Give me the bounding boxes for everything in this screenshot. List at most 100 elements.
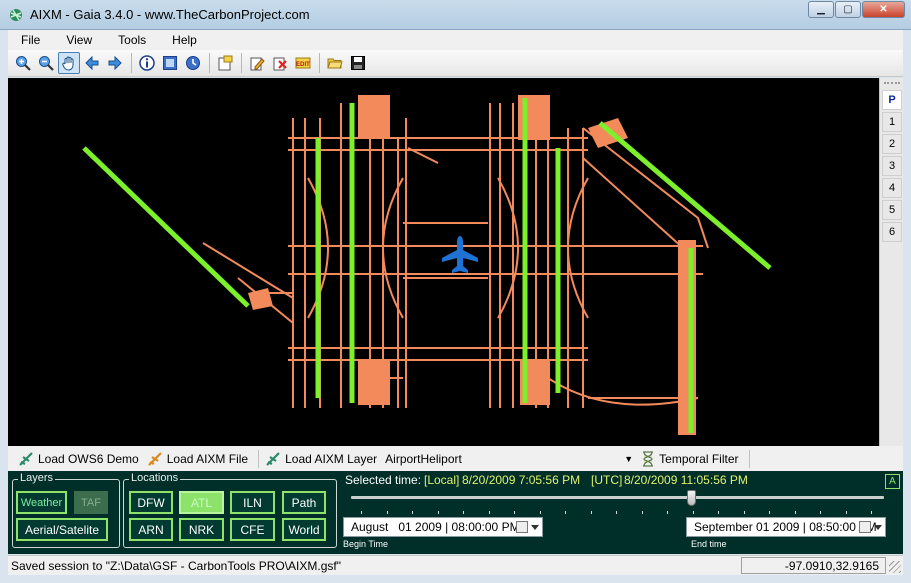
layer-type-select[interactable]: AirportHeliport ▼ [385, 452, 633, 466]
hourglass-icon [643, 450, 654, 467]
location-arn-button[interactable]: ARN [129, 518, 173, 541]
side-tab-5[interactable]: 5 [882, 200, 902, 220]
calendar-icon[interactable] [516, 521, 528, 533]
edit-icon: EDIT [295, 57, 311, 69]
temporal-filter-button[interactable]: Temporal Filter [641, 450, 739, 467]
toolbar-separator [209, 53, 210, 73]
menu-help[interactable]: Help [159, 33, 210, 47]
menu-tools[interactable]: Tools [105, 33, 159, 47]
taf-button[interactable]: TAF [74, 491, 108, 514]
status-message: Saved session to "Z:\Data\GSF - CarbonTo… [11, 558, 341, 573]
close-button[interactable]: ✕ [862, 1, 905, 18]
slider-tick [488, 511, 490, 514]
location-atl-button[interactable]: ATL [179, 491, 224, 514]
local-time-value: 8/20/2009 7:05:56 PM [462, 473, 581, 487]
edit-button[interactable]: EDIT [292, 52, 314, 74]
location-nrk-button[interactable]: NRK [179, 518, 224, 541]
maximize-button[interactable]: ▢ [835, 1, 861, 18]
temporal-filter-label: Temporal Filter [659, 451, 739, 466]
begin-time-input[interactable]: August 01 2009 | 08:00:00 PM [343, 517, 543, 537]
back-button[interactable] [81, 52, 103, 74]
toolbar-separator [131, 53, 132, 73]
zoom-out-icon [39, 56, 54, 71]
forward-arrow-icon [108, 55, 122, 71]
calendar-icon[interactable] [859, 521, 871, 533]
gaia-globe-icon [10, 8, 22, 21]
slider-tick [692, 511, 694, 514]
chevron-down-icon[interactable] [531, 525, 539, 530]
chevron-down-icon[interactable] [874, 525, 882, 530]
locations-group-label: Locations [129, 472, 181, 484]
toolbar-separator [258, 449, 260, 468]
utc-time-value: 8/20/2009 11:05:56 PM [624, 473, 748, 487]
end-time-input[interactable]: September 01 2009 | 08:50:00 AM [686, 517, 886, 537]
edit-pencil-icon [250, 57, 265, 71]
zoom-in-button[interactable] [12, 52, 34, 74]
toolbar-separator [748, 449, 750, 468]
time-slider-track[interactable] [351, 496, 884, 499]
slider-tick [871, 511, 872, 514]
info-button[interactable] [136, 52, 158, 74]
chevron-down-icon: ▼ [624, 453, 634, 464]
side-tab-2[interactable]: 2 [882, 134, 902, 154]
side-tab-4[interactable]: 4 [882, 178, 902, 198]
slider-tick [590, 511, 592, 514]
layers-group: Layers Weather TAF Aerial/Satelite [12, 472, 120, 548]
load-toolbar: Load OWS6 Demo Load AIXM File Load AIXM … [8, 446, 903, 471]
side-tab-3[interactable]: 3 [882, 156, 902, 176]
refresh-button[interactable] [182, 52, 204, 74]
location-dfw-button[interactable]: DFW [129, 491, 173, 514]
load-aixm-file-button[interactable]: Load AIXM File [147, 451, 248, 467]
location-world-button[interactable]: World [282, 518, 326, 541]
open-button[interactable] [324, 52, 346, 74]
zoom-out-button[interactable] [35, 52, 57, 74]
side-tab-1[interactable]: 1 [882, 112, 902, 132]
location-iln-button[interactable]: ILN [230, 491, 275, 514]
layers-group-label: Layers [18, 472, 56, 484]
aerial-satellite-button[interactable]: Aerial/Satelite [16, 518, 108, 541]
save-button[interactable] [347, 52, 369, 74]
menu-bar: File View Tools Help [8, 30, 903, 50]
local-tag: [Local] [424, 473, 460, 487]
slider-tick [667, 511, 668, 514]
minimize-button[interactable]: ▁ [808, 1, 834, 18]
location-cfe-button[interactable]: CFE [230, 518, 275, 541]
end-time-value: September 01 2009 | 08:50:00 AM [694, 520, 877, 534]
a-button[interactable]: A [885, 474, 900, 489]
menu-file[interactable]: File [8, 33, 53, 47]
note-button[interactable] [214, 52, 236, 74]
info-icon [139, 55, 155, 71]
load-ows6-demo-button[interactable]: Load OWS6 Demo [18, 451, 139, 467]
side-tab-p[interactable]: P [882, 90, 902, 110]
airport-map[interactable] [8, 78, 879, 446]
weather-button[interactable]: Weather [16, 491, 67, 514]
pan-button[interactable] [58, 52, 80, 74]
forward-button[interactable] [104, 52, 126, 74]
location-path-button[interactable]: Path [282, 491, 326, 514]
runways [82, 98, 772, 433]
delete-icon [273, 57, 287, 71]
pan-hand-icon [62, 56, 74, 71]
full-extent-icon [163, 56, 177, 70]
side-tab-6[interactable]: 6 [882, 222, 902, 242]
resize-grip-icon[interactable] [889, 561, 901, 573]
load-aixm-layer-button[interactable]: Load AIXM Layer [265, 451, 377, 467]
side-tab-strip: P 1 2 3 4 5 6 [879, 78, 903, 446]
menu-view[interactable]: View [53, 33, 105, 47]
edit-pencil-button[interactable] [246, 52, 268, 74]
full-extent-button[interactable] [159, 52, 181, 74]
coordinate-value: -97.0910,32.9165 [784, 558, 879, 573]
time-slider-thumb[interactable] [687, 490, 697, 506]
grip-icon [884, 82, 900, 85]
delete-button[interactable] [269, 52, 291, 74]
slider-tick [514, 511, 515, 514]
map-view[interactable] [8, 78, 879, 446]
open-folder-icon [327, 58, 343, 69]
note-icon [218, 55, 233, 71]
slider-tick [616, 511, 617, 514]
close-icon: ✕ [879, 4, 888, 15]
airplane-icon [19, 451, 33, 466]
airplane-icon [147, 451, 162, 466]
svg-text:EDIT: EDIT [296, 62, 310, 68]
load-aixm-layer-label: Load AIXM Layer [285, 451, 378, 466]
